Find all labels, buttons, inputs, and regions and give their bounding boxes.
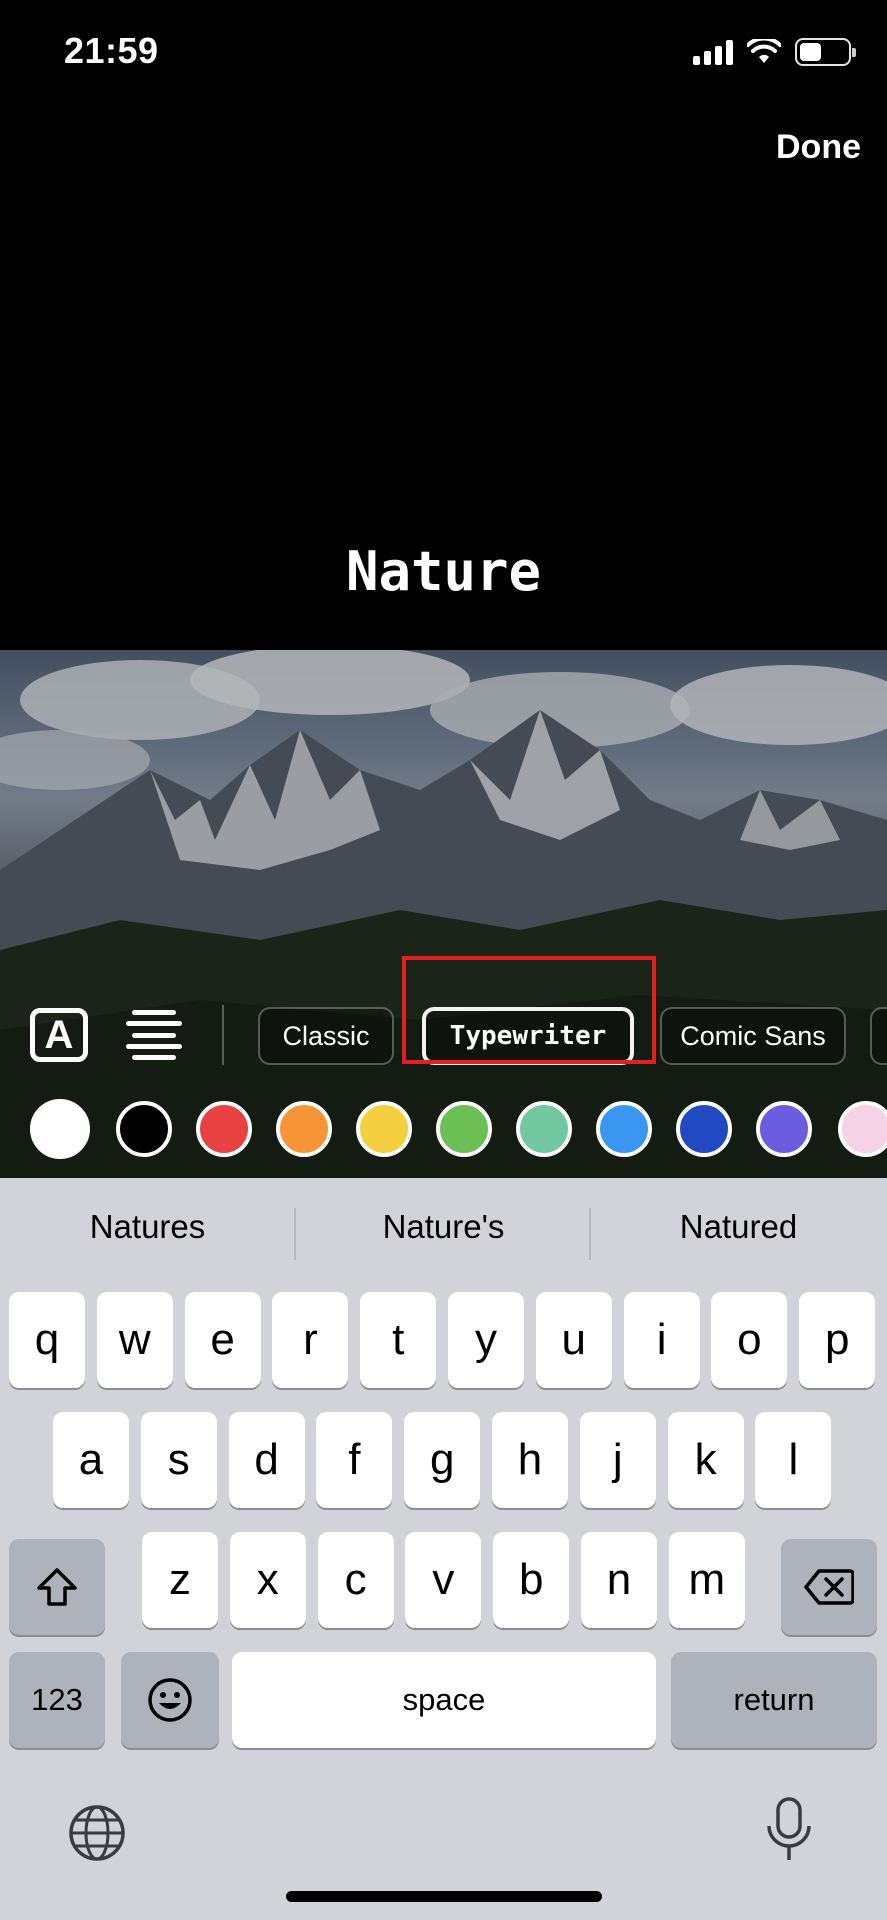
done-button[interactable]: Done [776,128,861,167]
space-key[interactable]: space [232,1652,656,1748]
color-swatch-1[interactable] [30,1099,90,1159]
microphone-icon[interactable] [764,1796,814,1864]
align-center-icon[interactable] [126,1010,182,1060]
color-swatch-3[interactable] [196,1101,252,1157]
backspace-icon [804,1569,854,1605]
key-w[interactable]: w [96,1292,173,1388]
selection-highlight-box [402,956,656,1064]
key-o[interactable]: o [711,1292,788,1388]
key-q[interactable]: q [9,1292,85,1388]
color-swatch-6[interactable] [436,1101,492,1157]
key-z[interactable]: z [142,1532,218,1628]
key-g[interactable]: g [404,1412,481,1508]
key-t[interactable]: t [360,1292,437,1388]
key-i[interactable]: i [623,1292,700,1388]
home-indicator[interactable] [286,1891,602,1902]
color-swatch-2[interactable] [116,1101,172,1157]
battery-icon [795,38,856,66]
key-c[interactable]: c [317,1532,394,1628]
color-swatch-4[interactable] [276,1101,332,1157]
color-swatch-10[interactable] [756,1101,812,1157]
key-x[interactable]: x [229,1532,306,1628]
color-swatch-7[interactable] [516,1101,572,1157]
status-time: 21:59 [64,30,159,71]
key-v[interactable]: v [405,1532,482,1628]
font-option-classic[interactable]: Classic [258,1007,394,1065]
keyboard: Natures Nature's Natured qwertyuiop asdf… [0,1178,887,1920]
color-swatch-11[interactable] [838,1101,887,1157]
key-n[interactable]: n [581,1532,657,1628]
color-palette [0,1090,887,1170]
shift-icon [37,1568,77,1606]
status-icons [693,38,856,66]
shift-key[interactable] [9,1539,105,1635]
key-h[interactable]: h [492,1412,568,1508]
suggestion-3[interactable]: Natured [591,1208,886,1246]
key-d[interactable]: d [228,1412,305,1508]
emoji-icon [148,1678,192,1722]
key-b[interactable]: b [493,1532,570,1628]
color-swatch-5[interactable] [356,1101,412,1157]
key-m[interactable]: m [668,1532,745,1628]
toolbar-divider [222,1005,224,1065]
globe-icon[interactable] [67,1803,127,1863]
numbers-key[interactable]: 123 [9,1652,105,1748]
key-r[interactable]: r [272,1292,349,1388]
suggestion-1[interactable]: Natures [0,1208,295,1246]
suggestion-2[interactable]: Nature's [296,1208,591,1246]
text-style-icon[interactable]: A [30,1008,88,1062]
key-j[interactable]: j [579,1412,656,1508]
cellular-signal-icon [693,39,733,65]
emoji-key[interactable] [121,1652,219,1748]
delete-key[interactable] [781,1539,877,1635]
key-e[interactable]: e [184,1292,261,1388]
color-swatch-9[interactable] [676,1101,732,1157]
key-s[interactable]: s [140,1412,217,1508]
key-k[interactable]: k [667,1412,744,1508]
key-p[interactable]: p [799,1292,876,1388]
color-swatch-8[interactable] [596,1101,652,1157]
key-u[interactable]: u [535,1292,612,1388]
return-key[interactable]: return [671,1652,877,1748]
status-bar: 21:59 [0,0,887,110]
font-option-more[interactable] [870,1007,887,1065]
key-f[interactable]: f [316,1412,393,1508]
key-l[interactable]: l [755,1412,832,1508]
wifi-icon [747,39,781,63]
predictive-bar: Natures Nature's Natured [0,1178,887,1288]
font-option-comic-sans[interactable]: Comic Sans [660,1007,846,1065]
canvas-text[interactable]: Nature [0,540,887,603]
key-y[interactable]: y [448,1292,524,1388]
key-a[interactable]: a [53,1412,129,1508]
battery-level [800,43,821,61]
